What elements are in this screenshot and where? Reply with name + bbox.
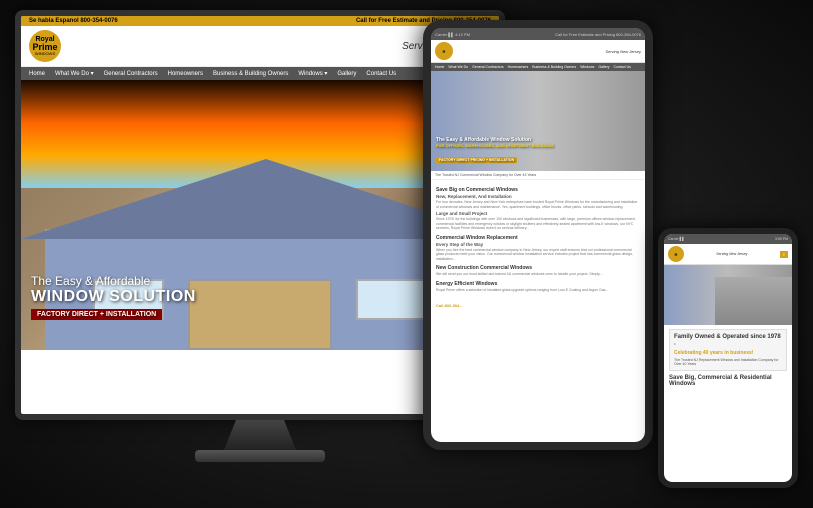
tablet-nav-gc[interactable]: General Contractors xyxy=(472,65,504,69)
phone-since: Celebrating 40 years in business! xyxy=(674,350,782,356)
phone-family-title: Family Owned & Operated since 1978 · xyxy=(674,334,782,350)
phone-serving: Serving New Jersey xyxy=(716,252,747,256)
nav-what-we-do[interactable]: What We Do ▾ xyxy=(55,70,94,77)
tablet-nav-windows[interactable]: Windows xyxy=(580,65,594,69)
nav-homeowners[interactable]: Homeowners xyxy=(168,71,203,77)
hero-overlay: The Easy & Affordable WINDOW SOLUTION FA… xyxy=(31,274,196,320)
hero-line1: The Easy & Affordable xyxy=(31,274,196,288)
phone-status-bar: Carrier ▌▌ 3:55 PM xyxy=(664,234,792,244)
nav-home[interactable]: Home xyxy=(29,71,45,77)
tablet-carrier: Carrier ▌▌ 4:12 PM xyxy=(435,32,470,37)
nav-windows[interactable]: Windows ▾ xyxy=(298,70,327,77)
tablet-hero-text: The Easy & Affordable Window Solution FO… xyxy=(436,137,554,166)
tablet-header: R Serving New Jersey xyxy=(431,40,645,63)
desktop-logo: Royal Prime WINDOWS xyxy=(29,30,61,62)
hero-badge: FACTORY DIRECT + INSTALLATION xyxy=(31,309,162,320)
tablet-nav-what[interactable]: What We Do xyxy=(448,65,468,69)
tablet-screen: Carrier ▌▌ 4:12 PM Call for Free Estimat… xyxy=(431,28,645,442)
phone-logo: R xyxy=(668,246,684,262)
phone-carrier: Carrier ▌▌ xyxy=(668,237,685,241)
tablet-section3-title: New Construction Commercial Windows xyxy=(436,265,640,271)
nav-business[interactable]: Business & Building Owners xyxy=(213,71,288,77)
scene: Se habla Espanol 800-354-0076 Call for F… xyxy=(0,0,813,508)
tablet-status-bar: Carrier ▌▌ 4:12 PM Call for Free Estimat… xyxy=(431,28,645,40)
nav-gallery[interactable]: Gallery xyxy=(337,71,356,77)
tablet-cta[interactable]: Call 800-354... xyxy=(436,303,462,308)
tablet-nav-contact[interactable]: Contact Us xyxy=(614,65,631,69)
tablet-section4-title: Energy Efficient Windows xyxy=(436,281,640,287)
monitor-stand xyxy=(220,420,300,450)
phone-menu-button[interactable]: ≡ xyxy=(780,251,788,258)
house-garage xyxy=(188,279,331,350)
logo-circle: Royal Prime WINDOWS xyxy=(29,30,61,62)
phone-time: 3:55 PM xyxy=(775,237,788,241)
hero-line2: WINDOW SOLUTION xyxy=(31,288,196,306)
tablet-logo: R xyxy=(435,42,453,60)
tablet-section2-sub: Every Step of the Way xyxy=(436,242,640,247)
tablet-section1-text: For four decades, New Jersey and New Yor… xyxy=(436,200,640,209)
nav-contact-us[interactable]: Contact Us xyxy=(366,71,396,77)
tablet-serving: Serving New Jersey xyxy=(605,49,641,54)
phone-device: Carrier ▌▌ 3:55 PM R Serving New Jersey … xyxy=(658,228,798,488)
tablet-section2-title: Commercial Window Replacement xyxy=(436,235,640,241)
tablet-hero-badge: FACTORY DIRECT PRICING + INSTALLATION xyxy=(436,157,517,163)
tablet-section1-sub2: Large and Small Project xyxy=(436,211,640,216)
logo-windows: WINDOWS xyxy=(35,52,55,56)
tablet-trusted: The Trusted NJ Commercial Window Company… xyxy=(431,171,645,180)
tablet-section3-text: We will send you our most skilled and tr… xyxy=(436,272,640,277)
phone-save: Save Big, Commercial & Residential Windo… xyxy=(669,375,787,387)
tablet-section1-title: Save Big on Commercial Windows xyxy=(436,187,640,193)
phone-header: R Serving New Jersey ≡ xyxy=(664,244,792,265)
phone-family-badge: Family Owned & Operated since 1978 · Cel… xyxy=(669,329,787,371)
tablet-nav-gallery[interactable]: Gallery xyxy=(598,65,609,69)
tablet-call: Call for Free Estimate and Pricing 800-3… xyxy=(555,32,641,37)
desktop-espanol: Se habla Espanol 800-354-0076 xyxy=(29,18,118,24)
tablet-nav-home[interactable]: Home xyxy=(435,65,444,69)
nav-general-contractors[interactable]: General Contractors xyxy=(104,71,158,77)
tablet-section2-text: When you hire the best commercial window… xyxy=(436,248,640,262)
tablet-section1-sub: New, Replacement, And Installation xyxy=(436,194,640,199)
phone-trusted: The Trusted NJ Replacement Window and In… xyxy=(674,358,782,366)
tablet-nav-business[interactable]: Business & Building Owners xyxy=(532,65,576,69)
phone-hero xyxy=(664,265,792,325)
phone-hero-building xyxy=(715,277,792,325)
tablet-device: Carrier ▌▌ 4:12 PM Call for Free Estimat… xyxy=(423,20,653,450)
tablet-nav: Home What We Do General Contractors Home… xyxy=(431,63,645,71)
tablet-section4-text: Royal Prime offers a selection of insula… xyxy=(436,288,640,293)
tablet-content: Save Big on Commercial Windows New, Repl… xyxy=(431,180,645,315)
tablet-hero: The Easy & Affordable Window Solution FO… xyxy=(431,71,645,171)
phone-content: Family Owned & Operated since 1978 · Cel… xyxy=(664,325,792,391)
tablet-nav-homeowners[interactable]: Homeowners xyxy=(508,65,529,69)
phone-screen: Carrier ▌▌ 3:55 PM R Serving New Jersey … xyxy=(664,234,792,482)
tablet-section1-text2: Since 1978, for the buildings with over … xyxy=(436,217,640,231)
house-window-right xyxy=(356,279,428,320)
monitor-base xyxy=(195,450,325,462)
tablet-hero-line2: FOR OFFICES, WAREHOUSES, AND APARTMENT B… xyxy=(436,143,554,148)
